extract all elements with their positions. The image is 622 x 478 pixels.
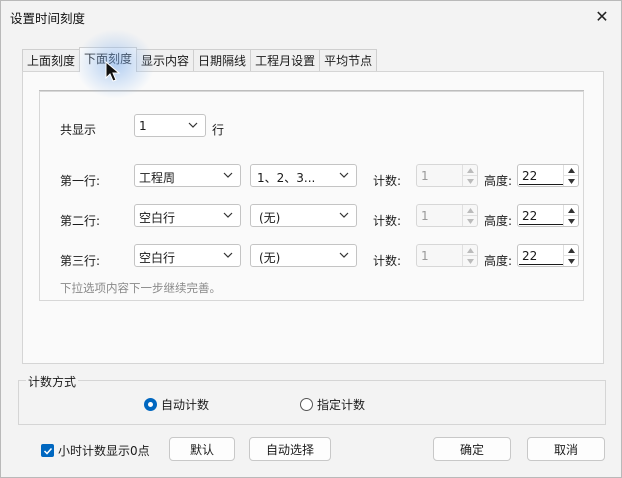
row3-height-spinner[interactable]: 22	[517, 244, 579, 267]
rows-suffix-label: 行	[212, 123, 225, 137]
radio-specified-count-label: 指定计数	[317, 398, 366, 412]
radio-auto-count-label: 自动计数	[161, 398, 210, 412]
row1-unit-value: 工程周	[139, 171, 176, 185]
hour-zero-label: 小时计数显示0点	[58, 444, 150, 458]
row2-height-value: 22	[522, 209, 538, 223]
rows-count-value: 1	[139, 119, 147, 133]
row2-height-label: 高度:	[484, 214, 513, 228]
chevron-down-icon	[222, 249, 234, 261]
title-bar: 设置时间刻度 ✕	[1, 1, 621, 31]
tab-strip: 上面刻度 下面刻度 显示内容 日期隔线 工程月设置 平均节点	[22, 47, 378, 72]
row3-count-value: 1	[421, 249, 429, 263]
tab-display-content[interactable]: 显示内容	[136, 49, 195, 72]
spin-down-icon	[462, 255, 477, 266]
hint-note: 下拉选项内容下一步继续完善。	[60, 281, 221, 295]
row1-height-label: 高度:	[484, 174, 513, 188]
chevron-down-icon	[338, 249, 350, 261]
radio-specified-count[interactable]: 指定计数	[300, 396, 365, 413]
spin-down-icon[interactable]	[563, 175, 578, 186]
spin-up-icon[interactable]	[563, 165, 578, 175]
rows-count-select[interactable]: 1	[134, 114, 206, 137]
row2-height-spinner[interactable]: 22	[517, 204, 579, 227]
row2-unit-value: 空白行	[139, 211, 176, 225]
divider	[39, 90, 584, 92]
radio-selected-icon	[144, 398, 157, 411]
dialog-window: 设置时间刻度 ✕ 上面刻度 下面刻度 显示内容 日期隔线 工程月设置 平均节点 …	[0, 0, 622, 478]
auto-select-button[interactable]: 自动选择	[249, 437, 331, 461]
radio-unselected-icon	[300, 398, 313, 411]
tab-top-scale[interactable]: 上面刻度	[22, 49, 81, 72]
ok-button[interactable]: 确定	[433, 437, 511, 461]
dialog-title: 设置时间刻度	[10, 11, 86, 26]
row3-format-select[interactable]: (无)	[250, 244, 357, 267]
spin-down-icon	[462, 215, 477, 226]
row1-unit-select[interactable]: 工程周	[134, 164, 241, 187]
row1-format-value: 1、2、3...	[257, 171, 316, 185]
row2-unit-select[interactable]: 空白行	[134, 204, 241, 227]
cancel-button[interactable]: 取消	[527, 437, 605, 461]
row3-unit-value: 空白行	[139, 251, 176, 265]
chevron-down-icon	[222, 209, 234, 221]
spin-up-icon	[462, 165, 477, 175]
row2-count-label: 计数:	[373, 214, 402, 228]
spin-up-icon	[462, 205, 477, 215]
chevron-down-icon	[338, 209, 350, 221]
row1-count-label: 计数:	[373, 174, 402, 188]
spin-down-icon[interactable]	[563, 215, 578, 226]
scale-settings-box	[39, 91, 584, 301]
spin-up-icon	[462, 245, 477, 255]
row3-count-spinner: 1	[416, 244, 478, 267]
row3-count-label: 计数:	[373, 254, 402, 268]
row1-label: 第一行:	[60, 174, 101, 188]
spin-down-icon	[462, 175, 477, 186]
row2-count-value: 1	[421, 209, 429, 223]
chevron-down-icon	[338, 169, 350, 181]
radio-auto-count[interactable]: 自动计数	[144, 396, 209, 413]
row1-count-spinner: 1	[416, 164, 478, 187]
row3-unit-select[interactable]: 空白行	[134, 244, 241, 267]
count-mode-title: 计数方式	[26, 373, 79, 390]
row1-format-select[interactable]: 1、2、3...	[250, 164, 357, 187]
tab-bottom-scale[interactable]: 下面刻度	[79, 47, 138, 72]
default-button[interactable]: 默认	[169, 437, 235, 461]
row2-label: 第二行:	[60, 214, 101, 228]
tab-date-gridlines[interactable]: 日期隔线	[193, 49, 252, 72]
row1-count-value: 1	[421, 169, 429, 183]
tab-average-nodes[interactable]: 平均节点	[319, 49, 378, 72]
close-icon[interactable]: ✕	[589, 4, 615, 28]
row1-height-value: 22	[522, 169, 538, 183]
hour-zero-checkbox[interactable]: 小时计数显示0点	[41, 442, 150, 459]
spin-up-icon[interactable]	[563, 245, 578, 255]
row3-height-value: 22	[522, 249, 538, 263]
checkmark-icon	[41, 444, 54, 457]
chevron-down-icon	[187, 119, 199, 131]
tab-project-month[interactable]: 工程月设置	[250, 49, 321, 72]
row2-format-select[interactable]: (无)	[250, 204, 357, 227]
row2-count-spinner: 1	[416, 204, 478, 227]
spin-up-icon[interactable]	[563, 205, 578, 215]
spin-down-icon[interactable]	[563, 255, 578, 266]
row3-format-value: (无)	[259, 251, 281, 265]
row3-height-label: 高度:	[484, 254, 513, 268]
chevron-down-icon	[222, 169, 234, 181]
show-rows-label: 共显示	[60, 123, 97, 137]
row2-format-value: (无)	[259, 211, 281, 225]
row1-height-spinner[interactable]: 22	[517, 164, 579, 187]
row3-label: 第三行:	[60, 254, 101, 268]
